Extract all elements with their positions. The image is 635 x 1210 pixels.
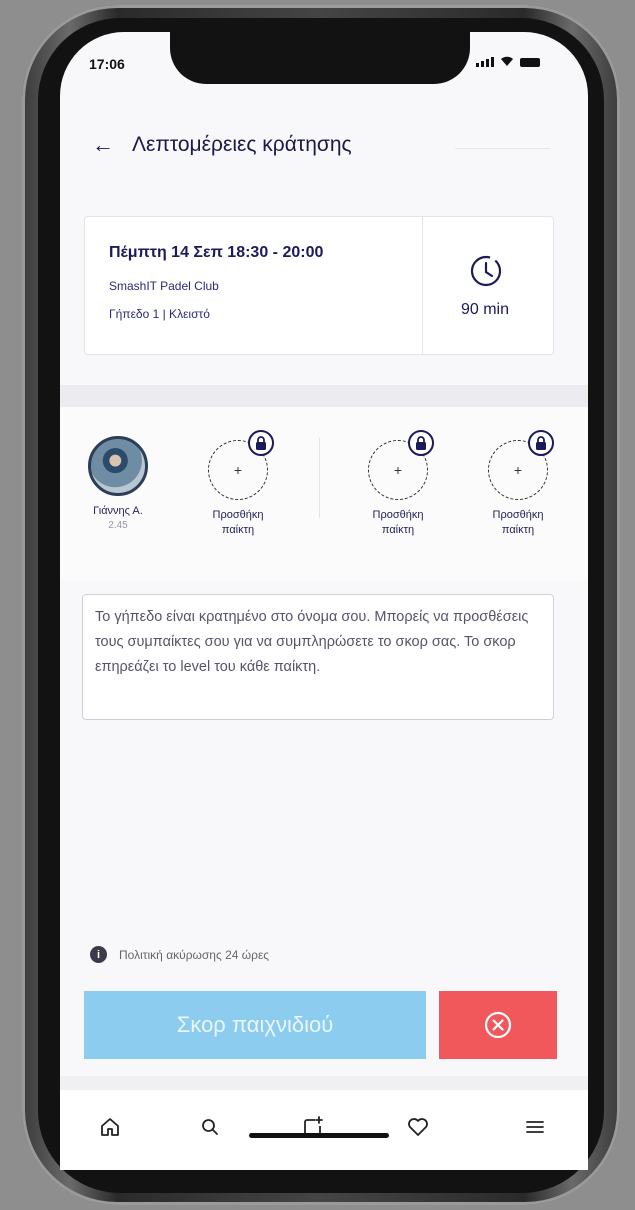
player-name: Γιάννης Α.	[93, 505, 143, 517]
wifi-icon	[501, 56, 513, 66]
booking-court: Γήπεδο 1 | Κλειστό	[109, 307, 210, 321]
header-divider	[455, 148, 550, 149]
menu-icon[interactable]	[515, 1112, 555, 1142]
footer-separator	[60, 1076, 588, 1090]
notch	[170, 22, 470, 84]
close-circle-icon	[484, 1011, 512, 1039]
search-icon[interactable]	[190, 1112, 230, 1142]
player-slot-4[interactable]: + Προσθήκη παίκτη	[478, 430, 558, 538]
cancel-booking-button[interactable]	[439, 991, 557, 1059]
player-slot-2[interactable]: + Προσθήκη παίκτη	[198, 430, 278, 538]
cancellation-policy-text: Πολιτική ακύρωσης 24 ώρες	[119, 947, 270, 962]
booking-card: Πέμπτη 14 Σεπ 18:30 - 20:00 SmashIT Pade…	[84, 216, 554, 355]
booking-duration: 90 min	[460, 301, 510, 318]
team-divider	[319, 438, 320, 518]
player-level: 2.45	[108, 520, 128, 531]
card-divider	[422, 217, 423, 354]
heart-icon[interactable]	[398, 1112, 438, 1142]
section-band	[60, 385, 588, 407]
cancellation-policy: i Πολιτική ακύρωσης 24 ώρες	[90, 946, 269, 963]
status-time: 17:06	[89, 56, 125, 72]
lock-icon	[248, 430, 274, 456]
player-slot-1[interactable]: Γιάννης Α. 2.45	[78, 436, 158, 533]
add-player-label: Προσθήκη παίκτη	[372, 509, 424, 536]
info-icon: i	[90, 946, 107, 963]
bottom-nav	[60, 1090, 588, 1170]
booking-club: SmashIT Padel Club	[109, 279, 219, 293]
add-player-slot[interactable]: +	[368, 430, 434, 500]
status-icons	[476, 55, 540, 67]
score-button[interactable]: Σκορ παιχνιδιού	[84, 991, 426, 1059]
avatar	[88, 436, 148, 496]
info-message: Το γήπεδο είναι κρατημένο στο όνομα σου.…	[82, 594, 554, 720]
home-indicator[interactable]	[249, 1133, 389, 1138]
back-arrow-icon[interactable]: ←	[92, 132, 132, 158]
page-title: Λεπτομέρειες κράτησης	[132, 133, 352, 156]
add-player-label: Προσθήκη παίκτη	[212, 509, 264, 536]
signal-icon	[476, 57, 494, 67]
player-slot-3[interactable]: + Προσθήκη παίκτη	[358, 430, 438, 538]
page-header: ← Λεπτομέρειες κράτησης	[92, 132, 352, 158]
add-player-slot[interactable]: +	[208, 430, 274, 500]
battery-icon	[520, 58, 540, 67]
add-player-slot[interactable]: +	[488, 430, 554, 500]
booking-date-time: Πέμπτη 14 Σεπ 18:30 - 20:00	[109, 244, 324, 261]
add-player-label: Προσθήκη παίκτη	[492, 509, 544, 536]
lock-icon	[408, 430, 434, 456]
lock-icon	[528, 430, 554, 456]
home-icon[interactable]	[90, 1112, 130, 1142]
clock-icon	[470, 255, 502, 287]
